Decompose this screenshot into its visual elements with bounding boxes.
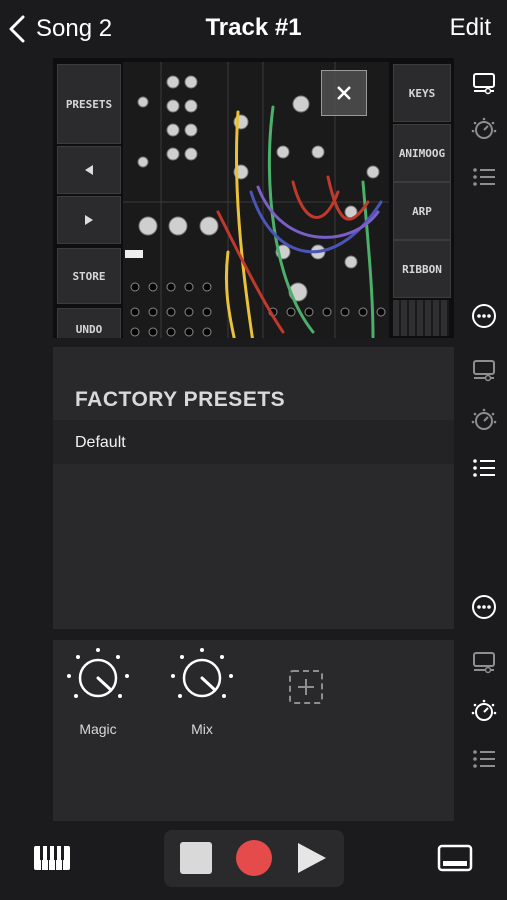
next-arrow-icon	[85, 215, 93, 225]
add-slot-icon	[289, 670, 323, 704]
play-button[interactable]	[294, 840, 330, 876]
synth-keys-button[interactable]: KEYS	[393, 64, 451, 122]
gauge-icon	[471, 408, 497, 430]
back-button[interactable]: Song 2	[8, 12, 128, 46]
synth-ribbon-button[interactable]: RIBBON	[393, 240, 451, 298]
record-button[interactable]	[236, 840, 272, 876]
play-icon	[298, 843, 326, 873]
display-icon	[473, 73, 495, 95]
close-icon	[337, 86, 351, 100]
stop-button[interactable]	[180, 842, 212, 874]
rail-list-button[interactable]	[466, 744, 502, 774]
knob-label: Mix	[191, 721, 213, 737]
gauge-icon	[471, 117, 497, 139]
rail-list-button[interactable]	[466, 162, 502, 192]
synth-next-button[interactable]	[57, 196, 121, 244]
rail-list-button[interactable]	[466, 453, 502, 483]
piano-keys-icon	[34, 846, 70, 870]
list-icon	[473, 750, 495, 768]
back-label: Song 2	[36, 15, 113, 42]
rail-display-button[interactable]	[466, 355, 502, 385]
rail-gauge-button[interactable]	[466, 405, 502, 435]
list-icon	[473, 168, 495, 186]
display-icon	[473, 652, 495, 674]
synth-undo-button[interactable]: UNDO	[57, 308, 121, 338]
keyboard-button[interactable]	[32, 843, 72, 873]
synth-animoog-button[interactable]: ANIMOOG	[393, 124, 451, 182]
more-icon	[472, 304, 496, 328]
bottom-panel-icon	[437, 844, 473, 872]
more-icon	[472, 595, 496, 619]
synth-presets-button[interactable]: PRESETS	[57, 64, 121, 144]
add-effect-button[interactable]	[288, 669, 324, 705]
preset-list-empty-area	[53, 466, 454, 629]
knob-icon	[171, 648, 233, 698]
magic-knob[interactable]: Magic	[63, 646, 133, 737]
synth-arp-button[interactable]: ARP	[393, 182, 451, 240]
synth-view[interactable]: PRESETS STORE UNDO KEYS ANIMOOG ARP RIBB…	[53, 58, 454, 338]
toggle-panel-button[interactable]	[436, 843, 474, 873]
synth-prev-button[interactable]	[57, 146, 121, 194]
rail-display-button[interactable]	[466, 68, 502, 98]
mix-knob[interactable]: Mix	[167, 646, 237, 737]
rail-gauge-button[interactable]	[466, 696, 502, 726]
list-icon	[473, 459, 495, 477]
chevron-left-icon	[9, 15, 25, 43]
synth-mini-keys[interactable]	[393, 300, 449, 336]
knob-icon	[67, 648, 129, 698]
factory-presets-heading: FACTORY PRESETS	[75, 388, 286, 411]
prev-arrow-icon	[85, 165, 93, 175]
synth-close-button[interactable]	[321, 70, 367, 116]
preset-item-label: Default	[75, 434, 126, 451]
display-icon	[473, 360, 495, 382]
gauge-icon	[471, 699, 497, 721]
knob-label: Magic	[79, 721, 117, 737]
rail-more-button[interactable]	[466, 592, 502, 622]
synth-store-button[interactable]: STORE	[57, 248, 121, 304]
rail-gauge-button[interactable]	[466, 114, 502, 144]
rail-display-button[interactable]	[466, 647, 502, 677]
edit-button[interactable]: Edit	[450, 14, 491, 42]
rail-more-button[interactable]	[466, 301, 502, 331]
